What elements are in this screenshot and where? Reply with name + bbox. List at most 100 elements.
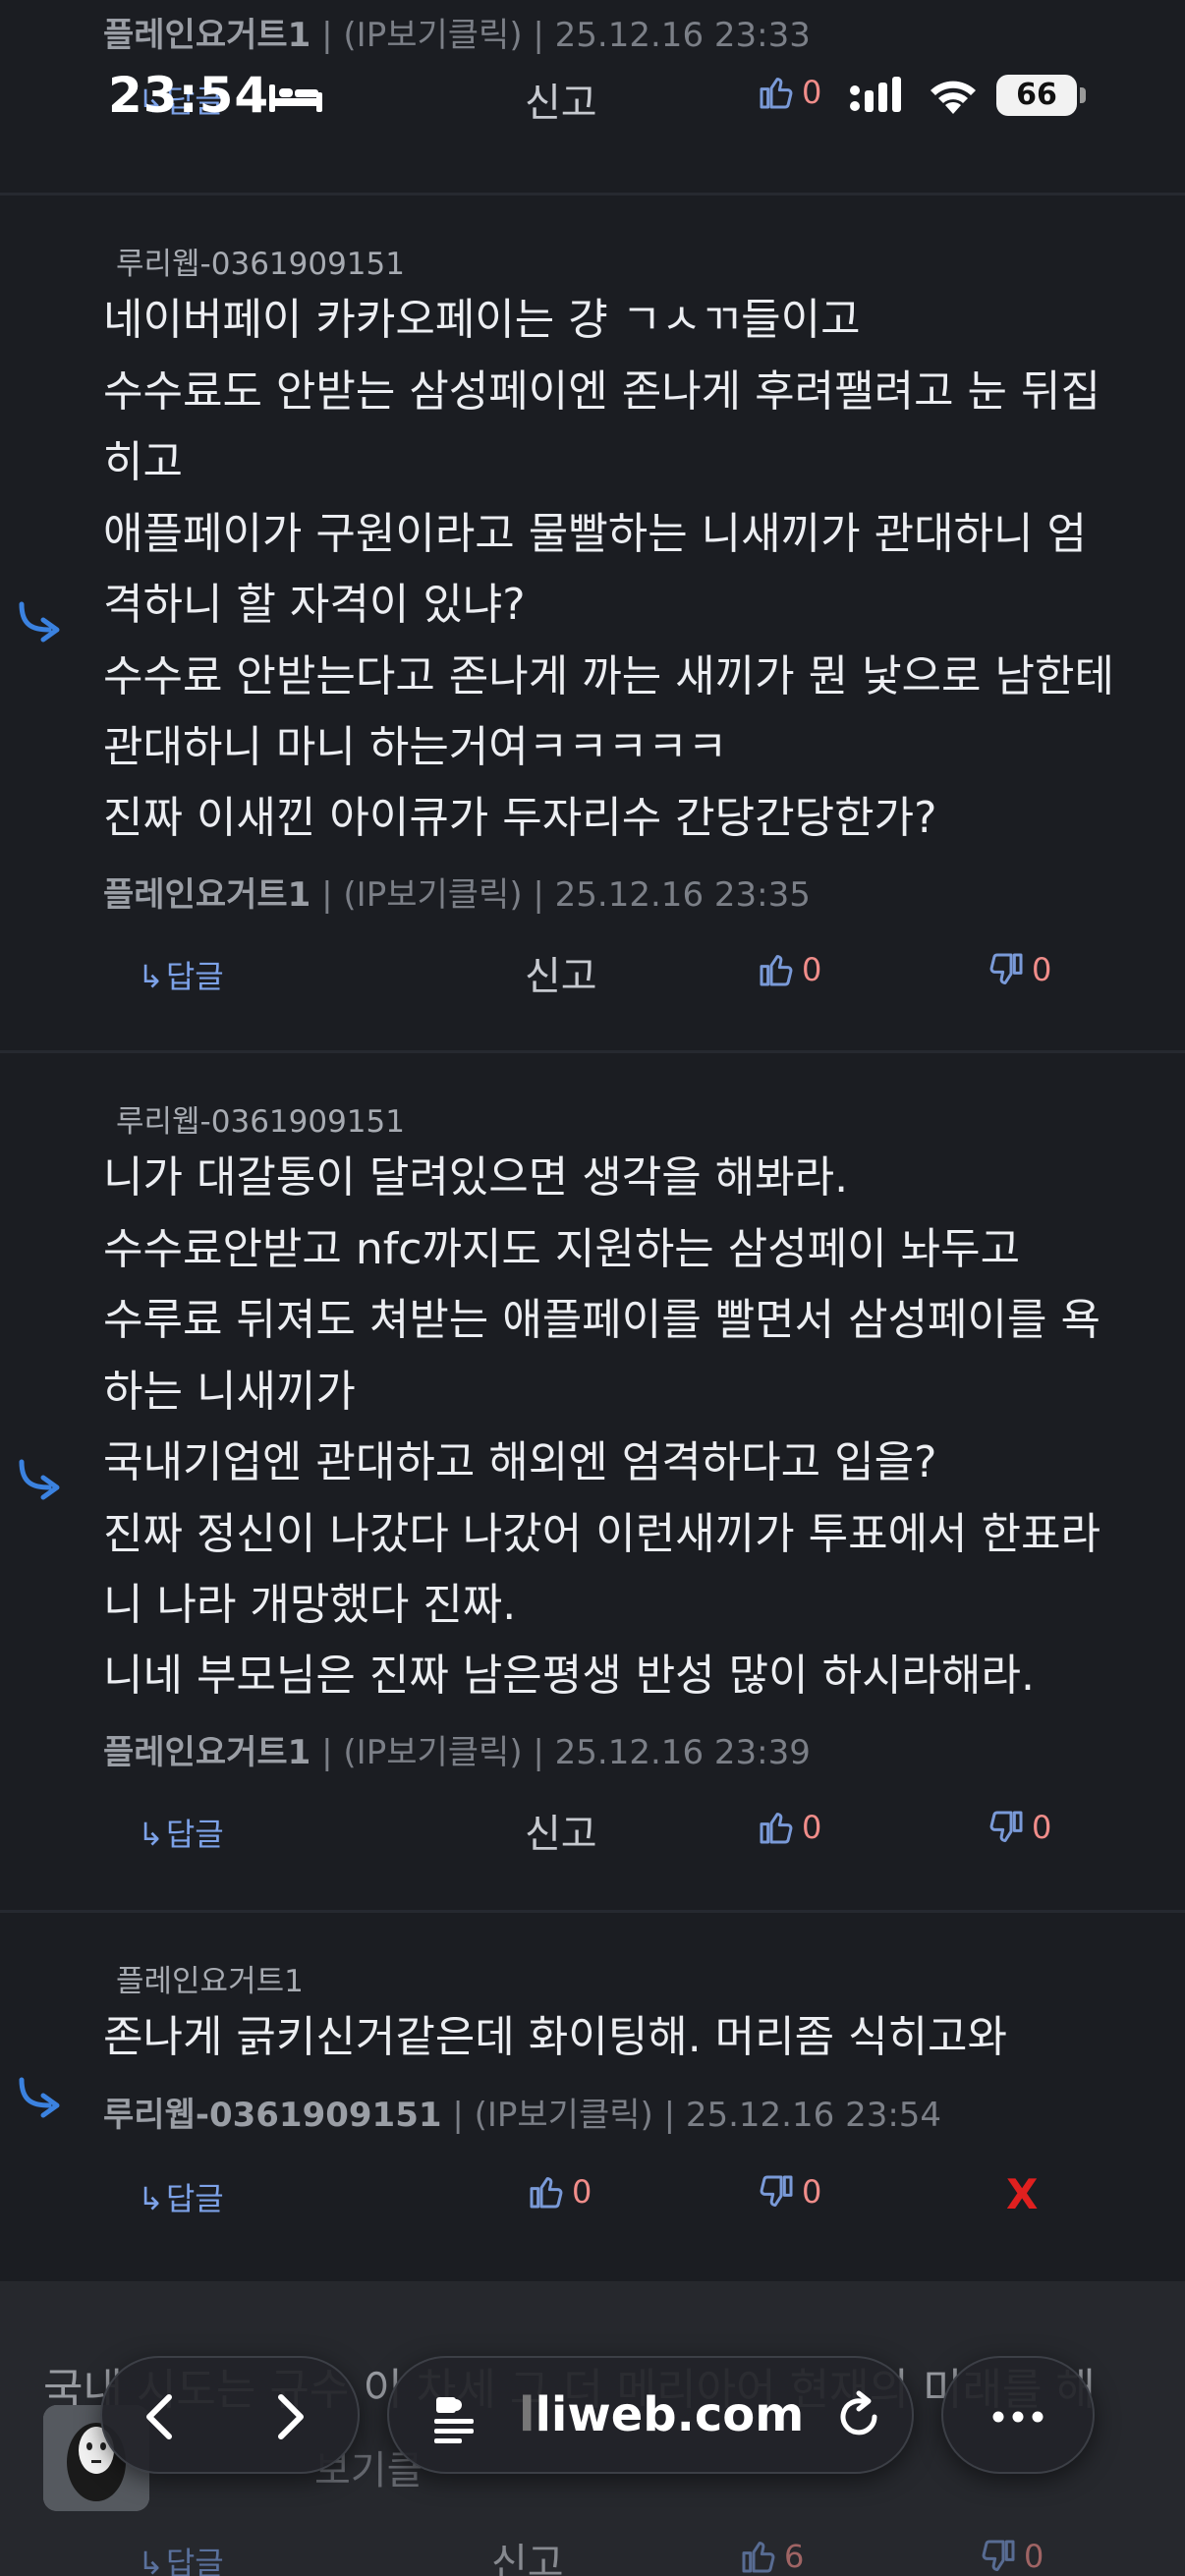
thumbs-down-icon: [989, 1811, 1023, 1842]
comment-author[interactable]: 루리웹-0361909151: [116, 239, 405, 283]
thumbs-down-icon: [989, 953, 1023, 984]
reply-indent-arrow-icon: [19, 601, 60, 643]
thumbs-up-icon: [530, 2177, 563, 2209]
report-button[interactable]: 신고: [491, 2531, 564, 2576]
thumbs-up-icon: [760, 955, 793, 986]
comment-meta-info: | (IP보기클릭) | 25.12.16 23:39: [310, 1733, 811, 1772]
browser-nav-pill: [100, 2356, 360, 2474]
comment-body-line: 존나게 긁키신거같은데 화이팅해. 머리좀 식히고와: [103, 2012, 1008, 2062]
comment-body-line: 진짜 이새낀 아이큐가 두자리수 간당간당한가?: [103, 793, 937, 843]
status-time: 23:54: [108, 67, 270, 124]
delete-comment-button[interactable]: X: [1006, 2170, 1038, 2218]
report-button[interactable]: 신고: [525, 71, 597, 128]
url-text-faded: l: [519, 2387, 536, 2442]
thumbs-up-icon: [742, 2542, 775, 2573]
battery-terminal: [1080, 87, 1086, 103]
comment-author[interactable]: 플레인요거트1: [116, 1956, 304, 2000]
upvote-count: 0: [802, 951, 822, 988]
more-options-icon[interactable]: [988, 2387, 1047, 2446]
upvote-count: 0: [802, 74, 822, 111]
comment-meta-info: | (IP보기클릭) | 25.12.16 23:54: [441, 2096, 942, 2135]
comment-body-line: 하는 니새끼가: [103, 1367, 356, 1417]
reply-arrow-icon: ↳: [138, 2180, 164, 2217]
reply-label: 답글: [165, 958, 224, 995]
cellular-signal-icon: [850, 77, 901, 112]
reply-comment: 루리웹-0361909151 네이버페이 카카오페이는 걍 ㄱㅅㄲ들이고 수수료…: [0, 196, 1185, 1050]
battery-indicator: 66: [996, 75, 1077, 116]
comment-body-line: 애플페이가 구원이라고 물빨하는 니새끼가 관대하니 엄: [103, 509, 1087, 559]
comment-meta-info: | (IP보기클릭) | 25.12.16 23:35: [310, 875, 811, 915]
reply-button[interactable]: ↳답글: [138, 2539, 224, 2576]
report-button[interactable]: 신고: [525, 944, 597, 1001]
downvote-button[interactable]: 0: [979, 2535, 1044, 2576]
upvote-button[interactable]: 0: [757, 1806, 821, 1847]
upvote-button[interactable]: 6: [739, 2535, 804, 2576]
downvote-count: 0: [1024, 2538, 1044, 2575]
comment-meta: 플레인요거트1 | (IP보기클릭) | 25.12.16 23:39: [103, 1725, 811, 1773]
upvote-count: 6: [784, 2538, 805, 2575]
comment-meta-info: | (IP보기클릭) | 25.12.16 23:33: [310, 16, 811, 55]
comment-body-line: 니가 대갈통이 달려있으면 생각을 해봐라.: [103, 1152, 849, 1203]
reply-indent-arrow-icon: [19, 1459, 60, 1500]
next-comment-actions: ↳답글 신고 6 0: [0, 2537, 1185, 2576]
reply-label: 답글: [165, 1816, 224, 1853]
reply-arrow-icon: ↳: [138, 1816, 164, 1853]
more-menu-pill[interactable]: [941, 2356, 1095, 2474]
reply-button[interactable]: ↳답글: [138, 2174, 224, 2219]
comment-body-line: 니네 부모님은 진짜 남은평생 반성 많이 하시라해라.: [103, 1651, 1035, 1701]
reply-arrow-icon: ↳: [138, 958, 164, 995]
address-bar[interactable]: lliweb.com: [387, 2356, 914, 2474]
comment-body-line: 국내기업엔 관대하고 해외엔 엄격하다고 입을?: [103, 1437, 937, 1487]
comment-body-line: 니 나라 개망했다 진짜.: [103, 1580, 517, 1630]
sleep-focus-icon: [269, 84, 322, 112]
comment-body-line: 네이버페이 카카오페이는 걍 ㄱㅅㄲ들이고: [103, 295, 861, 345]
downvote-count: 0: [802, 2173, 822, 2211]
upvote-button[interactable]: 0: [757, 71, 821, 112]
reply-label: 답글: [165, 2545, 224, 2576]
comment-meta-author[interactable]: 루리웹-0361909151: [103, 2096, 442, 2135]
forward-icon[interactable]: [259, 2387, 318, 2446]
url-text[interactable]: lliweb.com: [519, 2387, 804, 2442]
reply-comment: 루리웹-0361909151 니가 대갈통이 달려있으면 생각을 해봐라. 수수…: [0, 1053, 1185, 1908]
upvote-count: 0: [572, 2173, 592, 2211]
back-icon[interactable]: [132, 2387, 191, 2446]
comment-body-line: 히고: [103, 437, 183, 487]
comment-meta-author[interactable]: 플레인요거트1: [103, 1733, 310, 1772]
upvote-button[interactable]: 0: [527, 2170, 592, 2212]
downvote-button[interactable]: 0: [987, 1806, 1051, 1847]
comment-body-line: 수루료 뒤져도 쳐받는 애플페이를 빨면서 삼성페이를 욕: [103, 1295, 1100, 1345]
downvote-button[interactable]: 0: [987, 948, 1051, 989]
thumbs-down-icon: [982, 2540, 1015, 2571]
comment-meta-author[interactable]: 플레인요거트1: [103, 16, 310, 55]
comment-body-line: 격하니 할 자격이 있냐?: [103, 580, 526, 630]
downvote-count: 0: [1032, 1809, 1052, 1846]
report-button[interactable]: 신고: [525, 1802, 597, 1859]
comment-meta: 플레인요거트1 | (IP보기클릭) | 25.12.16 23:33: [103, 8, 811, 56]
comment-body-line: 수수료도 안받는 삼성페이엔 존나게 후려팰려고 눈 뒤집: [103, 366, 1100, 417]
upvote-button[interactable]: 0: [757, 948, 821, 989]
comment-body-line: 수수료안받고 nfc까지도 지원하는 삼성페이 놔두고: [103, 1224, 1021, 1274]
comment-meta: 플레인요거트1 | (IP보기클릭) | 25.12.16 23:35: [103, 868, 811, 916]
comment-meta-author[interactable]: 플레인요거트1: [103, 875, 310, 915]
reply-indent-arrow-icon: [19, 2077, 60, 2118]
own-reply-comment: 플레인요거트1 존나게 긁키신거같은데 화이팅해. 머리좀 식히고와 루리웹-0…: [0, 1913, 1185, 2280]
wifi-icon: [931, 81, 976, 114]
reply-label: 답글: [165, 2180, 224, 2217]
comment-body-line: 진짜 정신이 나갔다 나갔어 이런새끼가 투표에서 한표라: [103, 1509, 1100, 1559]
reply-arrow-icon: ↳: [138, 2545, 164, 2576]
comment-author[interactable]: 루리웹-0361909151: [116, 1096, 405, 1141]
url-text-domain: liweb.com: [535, 2387, 805, 2442]
reply-button[interactable]: ↳답글: [138, 1810, 224, 1855]
thumbs-up-icon: [760, 1813, 793, 1844]
thumbs-down-icon: [760, 2175, 793, 2207]
reader-mode-icon[interactable]: [424, 2387, 483, 2446]
reply-button[interactable]: ↳답글: [138, 952, 224, 997]
thumbs-up-icon: [760, 78, 793, 109]
reload-icon[interactable]: [829, 2387, 888, 2446]
downvote-button[interactable]: 0: [757, 2170, 821, 2212]
downvote-count: 0: [1032, 951, 1052, 988]
upvote-count: 0: [802, 1809, 822, 1846]
comment-body-line: 관대하니 마니 하는거여ㅋㅋㅋㅋㅋ: [103, 722, 728, 772]
comment-body-line: 수수료 안받는다고 존나게 까는 새끼가 뭔 낯으로 남한테: [103, 651, 1114, 701]
comment-meta: 루리웹-0361909151 | (IP보기클릭) | 25.12.16 23:…: [103, 2088, 941, 2136]
